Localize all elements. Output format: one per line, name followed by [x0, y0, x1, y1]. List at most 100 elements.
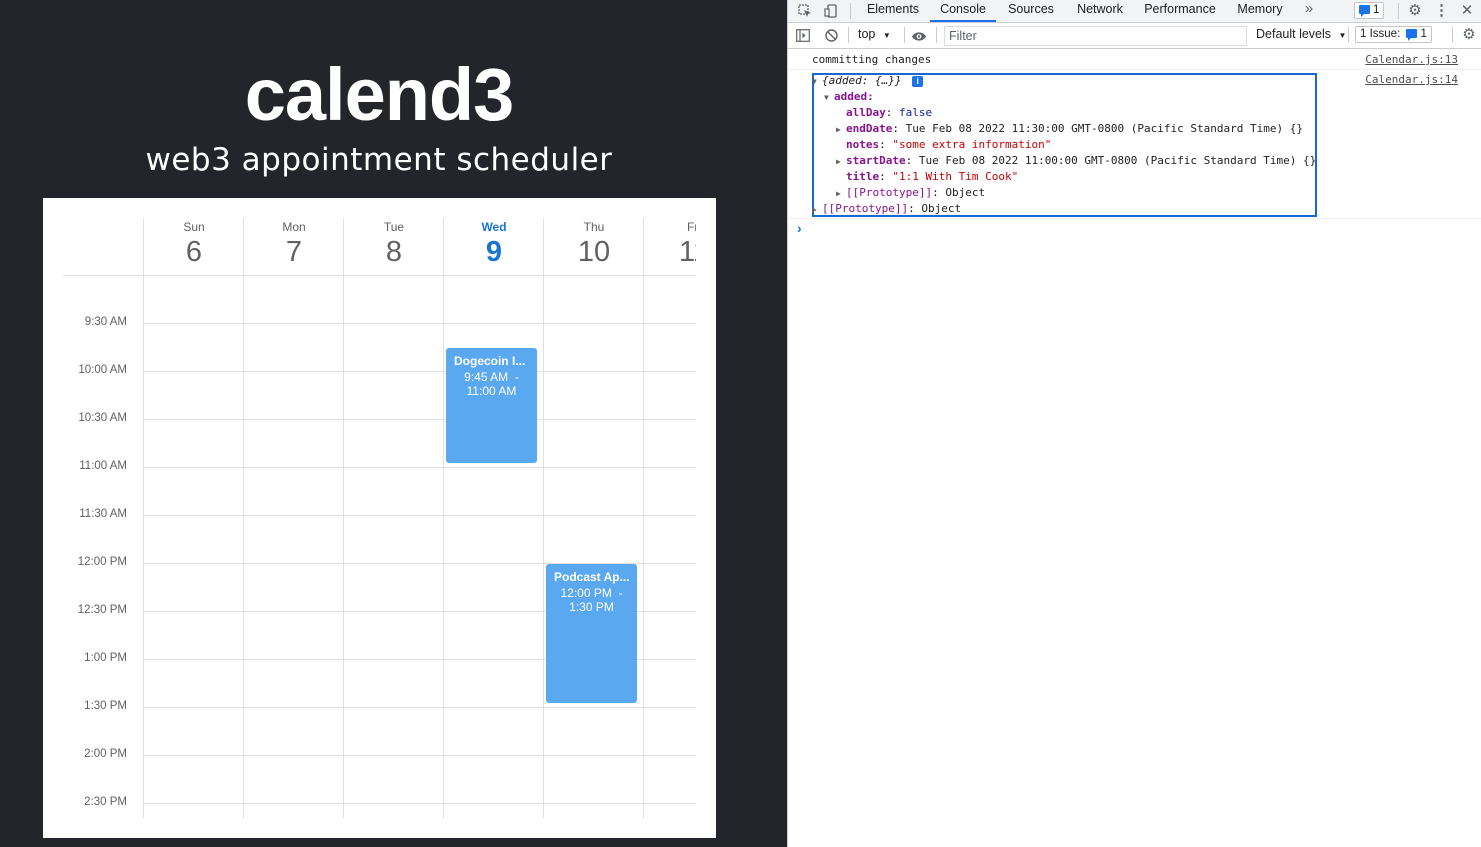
collapse-triangle-icon[interactable]: ▶ — [836, 125, 846, 134]
time-slot-cell[interactable] — [344, 612, 443, 659]
time-slot-cell[interactable] — [344, 660, 443, 707]
time-slot-cell[interactable] — [544, 324, 643, 371]
time-slot-cell[interactable] — [444, 564, 543, 611]
time-slot-cell[interactable] — [244, 420, 343, 467]
source-link[interactable]: Calendar.js:13 — [1365, 53, 1458, 66]
time-slot-cell[interactable] — [144, 276, 243, 323]
time-slot-cell[interactable] — [144, 516, 243, 563]
time-slot-cell[interactable] — [244, 372, 343, 419]
time-slot-cell[interactable] — [544, 420, 643, 467]
time-slot-cell[interactable] — [444, 612, 543, 659]
outer-prototype-row[interactable]: ▶ [[Prototype]]: Object — [812, 202, 1332, 218]
time-slot-cell[interactable] — [644, 324, 696, 371]
added-row[interactable]: ▼ added: — [812, 90, 1332, 106]
tab-elements[interactable]: Elements — [862, 0, 924, 22]
sidebar-toggle-icon[interactable] — [794, 25, 812, 47]
collapse-triangle-icon[interactable]: ▶ — [836, 189, 846, 198]
time-slot-cell[interactable] — [144, 708, 243, 755]
time-slot-cell[interactable] — [344, 708, 443, 755]
time-slot-cell[interactable] — [644, 804, 696, 838]
time-slot-cell[interactable] — [444, 756, 543, 803]
object-property-row[interactable]: ▶ endDate: Tue Feb 08 2022 11:30:00 GMT-0… — [812, 122, 1332, 138]
time-slot-cell[interactable] — [244, 612, 343, 659]
settings-gear-icon[interactable]: ⚙ — [1406, 0, 1424, 22]
time-slot-cell[interactable] — [544, 276, 643, 323]
time-slot-cell[interactable] — [444, 276, 543, 323]
time-slot-cell[interactable] — [644, 516, 696, 563]
time-slot-cell[interactable] — [244, 324, 343, 371]
eye-icon[interactable] — [908, 25, 930, 47]
time-slot-cell[interactable] — [544, 708, 643, 755]
time-slot-cell[interactable] — [444, 804, 543, 838]
time-slot-cell[interactable] — [344, 324, 443, 371]
context-selector[interactable]: top ▼ — [858, 27, 891, 41]
tab-network[interactable]: Network — [1070, 0, 1130, 22]
time-slot-cell[interactable] — [244, 564, 343, 611]
source-link[interactable]: Calendar.js:14 — [1365, 73, 1458, 86]
time-slot-cell[interactable] — [344, 420, 443, 467]
time-slot-cell[interactable] — [244, 468, 343, 515]
more-tabs-button[interactable]: » — [1298, 0, 1320, 22]
time-slot-cell[interactable] — [644, 660, 696, 707]
time-slot-cell[interactable] — [444, 708, 543, 755]
time-slot-cell[interactable] — [144, 756, 243, 803]
time-slot-cell[interactable] — [344, 516, 443, 563]
time-slot-cell[interactable] — [644, 564, 696, 611]
inspect-element-icon[interactable] — [796, 0, 814, 22]
time-slot-cell[interactable] — [644, 612, 696, 659]
close-icon[interactable]: ✕ — [1458, 0, 1476, 22]
kebab-menu-icon[interactable]: ⋮ — [1434, 0, 1449, 22]
time-slot-cell[interactable] — [344, 804, 443, 838]
time-slot-cell[interactable] — [144, 660, 243, 707]
tab-performance[interactable]: Performance — [1140, 0, 1220, 22]
time-slot-cell[interactable] — [144, 420, 243, 467]
time-slot-cell[interactable] — [644, 756, 696, 803]
console-settings-gear-icon[interactable]: ⚙ — [1460, 24, 1478, 46]
console-prompt[interactable]: › — [797, 220, 802, 236]
issues-button[interactable]: 1 Issue: 1 — [1355, 26, 1432, 43]
collapse-triangle-icon[interactable]: ▶ — [836, 157, 846, 166]
time-slot-cell[interactable] — [244, 276, 343, 323]
tab-sources[interactable]: Sources — [1002, 0, 1060, 22]
time-slot-cell[interactable] — [244, 756, 343, 803]
time-slot-cell[interactable] — [344, 756, 443, 803]
expand-triangle-icon[interactable]: ▼ — [812, 77, 822, 86]
clear-console-icon[interactable] — [822, 25, 840, 47]
expand-triangle-icon[interactable]: ▼ — [824, 93, 834, 102]
time-slot-cell[interactable] — [544, 804, 643, 838]
time-slot-cell[interactable] — [144, 324, 243, 371]
inner-prototype-row[interactable]: ▶ [[Prototype]]: Object — [812, 186, 1332, 202]
time-slot-cell[interactable] — [344, 372, 443, 419]
device-toolbar-icon[interactable] — [822, 0, 840, 22]
time-slot-cell[interactable] — [144, 468, 243, 515]
time-slot-cell[interactable] — [144, 612, 243, 659]
log-levels-dropdown[interactable]: Default levels ▼ — [1256, 27, 1346, 41]
tab-console[interactable]: Console — [930, 0, 996, 22]
time-slot-cell[interactable] — [244, 516, 343, 563]
messages-badge[interactable]: 1 — [1354, 2, 1385, 19]
time-slot-cell[interactable] — [644, 420, 696, 467]
appointment-card[interactable]: Dogecoin I... 9:45 AM -11:00 AM — [446, 348, 537, 463]
time-slot-cell[interactable] — [544, 756, 643, 803]
time-slot-cell[interactable] — [244, 708, 343, 755]
time-slot-cell[interactable] — [144, 564, 243, 611]
console-filter-input[interactable] — [944, 26, 1247, 46]
tab-memory[interactable]: Memory — [1232, 0, 1288, 22]
time-slot-cell[interactable] — [644, 708, 696, 755]
time-slot-cell[interactable] — [144, 804, 243, 838]
time-slot-cell[interactable] — [144, 372, 243, 419]
collapse-triangle-icon[interactable]: ▶ — [812, 205, 822, 214]
time-slot-cell[interactable] — [244, 804, 343, 838]
time-slot-cell[interactable] — [444, 660, 543, 707]
time-slot-cell[interactable] — [544, 516, 643, 563]
time-slot-cell[interactable] — [344, 468, 443, 515]
time-slot-cell[interactable] — [244, 660, 343, 707]
time-slot-cell[interactable] — [344, 564, 443, 611]
time-slot-cell[interactable] — [344, 276, 443, 323]
appointment-card[interactable]: Podcast Ap... 12:00 PM -1:30 PM — [546, 564, 637, 703]
time-slot-cell[interactable] — [644, 372, 696, 419]
time-slot-cell[interactable] — [444, 516, 543, 563]
time-slot-cell[interactable] — [544, 372, 643, 419]
time-slot-cell[interactable] — [644, 276, 696, 323]
time-slot-cell[interactable] — [644, 468, 696, 515]
